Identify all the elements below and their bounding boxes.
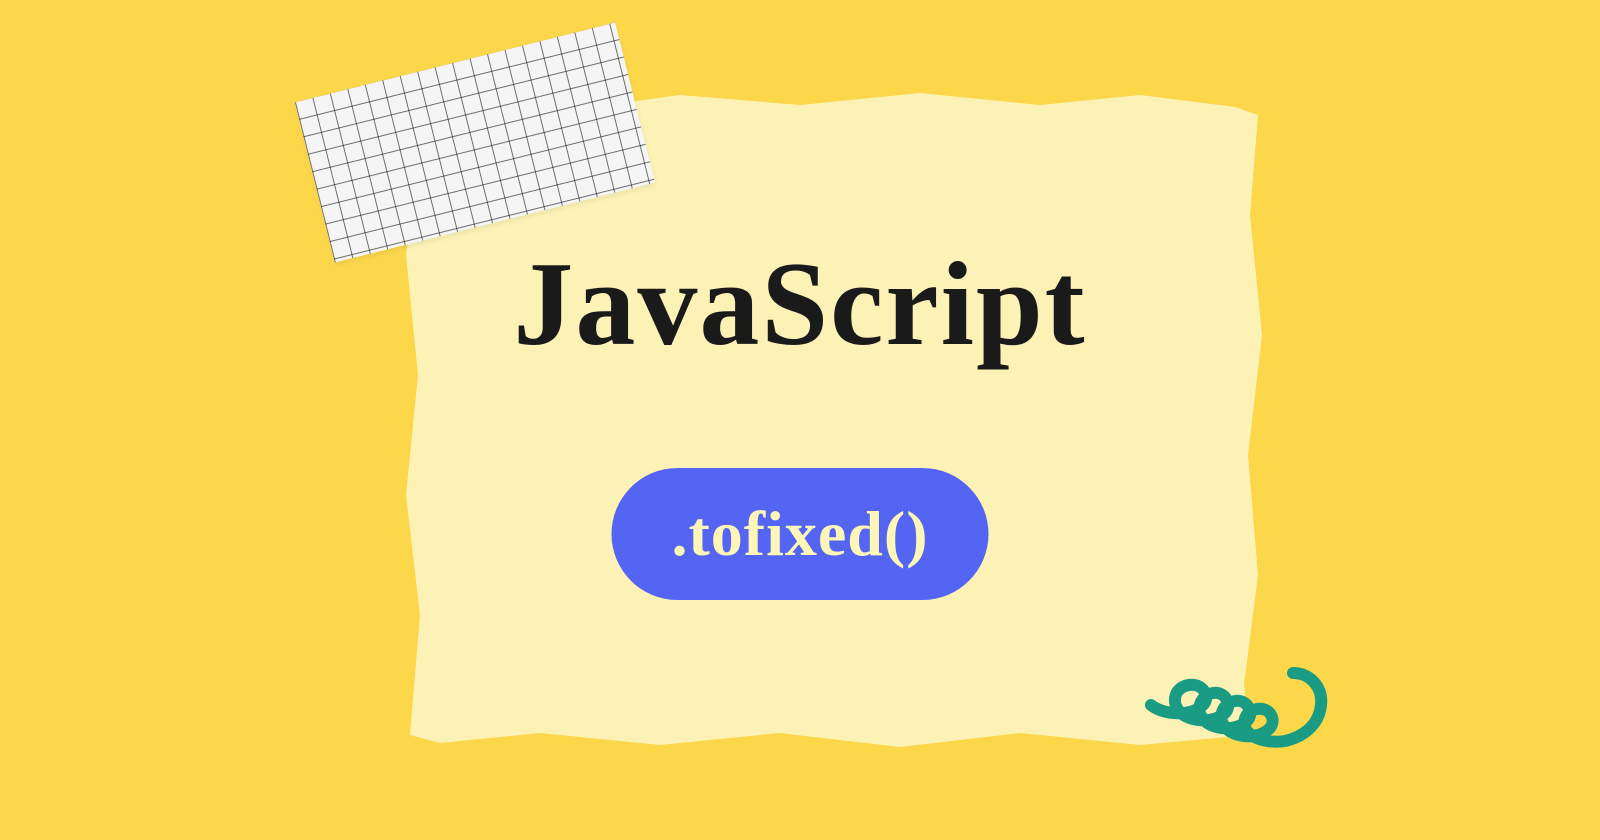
method-pill: .tofixed() xyxy=(611,468,988,600)
graphic-title: JavaScript xyxy=(0,235,1600,373)
title-text: JavaScript xyxy=(513,237,1086,370)
graphic-card: JavaScript .tofixed() xyxy=(0,0,1600,840)
pill-label: .tofixed() xyxy=(671,497,928,571)
squiggle-doodle-icon xyxy=(1135,665,1335,800)
